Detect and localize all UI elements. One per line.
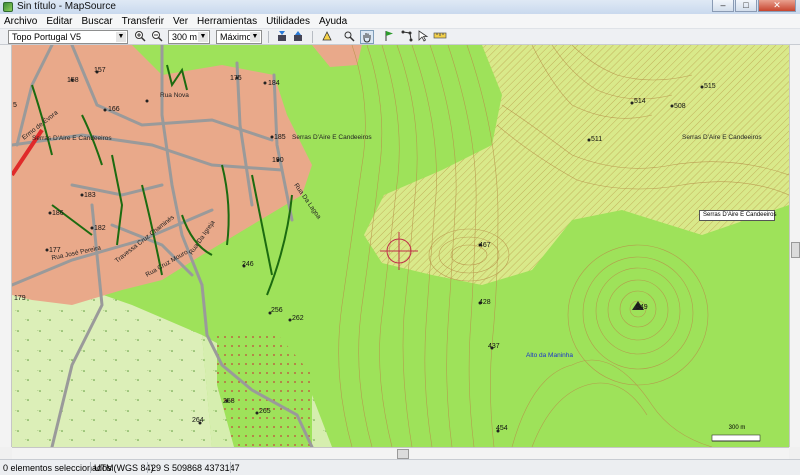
zoom-in-icon <box>135 31 146 42</box>
poi-label: 182 <box>94 225 106 232</box>
road-label: Rua Nova <box>160 92 189 99</box>
hand-tool-button[interactable] <box>360 30 374 44</box>
horizontal-scroll-thumb[interactable] <box>397 449 409 459</box>
status-separator <box>230 462 231 473</box>
poi-label: 158 <box>67 77 79 84</box>
zoom-out-button[interactable] <box>150 30 164 44</box>
menu-buscar[interactable]: Buscar <box>81 16 112 27</box>
poi-label: 190 <box>272 157 284 164</box>
minimize-button[interactable]: – <box>712 0 734 12</box>
scale-select-value: 300 m <box>172 32 198 42</box>
receive-from-device-button[interactable] <box>275 30 289 44</box>
zoom-in-button[interactable] <box>133 30 147 44</box>
map-select-icon <box>322 31 332 41</box>
toolbar-separator <box>268 31 269 43</box>
poi-label: 256 <box>271 307 283 314</box>
measure-tool-button[interactable] <box>432 30 448 44</box>
toolbar-separator <box>312 31 313 43</box>
receive-from-device-icon <box>278 31 286 41</box>
map-view[interactable]: ᐧ ᐧ <box>12 45 789 447</box>
poi-label: 549 <box>636 304 648 311</box>
poi-label: 467 <box>479 242 491 249</box>
poi-label: 258 <box>223 398 235 405</box>
status-separator <box>147 462 148 473</box>
status-separator <box>90 462 91 473</box>
vertical-scroll-thumb[interactable] <box>791 242 800 258</box>
zoom-tool-icon <box>344 31 355 42</box>
menu-utilidades[interactable]: Utilidades <box>266 16 310 27</box>
chevron-down-icon: ▼ <box>198 32 208 42</box>
poi-label: 508 <box>674 103 686 110</box>
window-controls: – □ ✕ <box>712 0 796 13</box>
hand-tool-icon <box>363 33 371 43</box>
poi-label: 262 <box>292 315 304 322</box>
zoom-out-icon <box>152 31 163 42</box>
poi-label: 264 <box>192 417 204 424</box>
window-title: Sin título - MapSource <box>17 1 116 12</box>
menu-editar[interactable]: Editar <box>46 16 72 27</box>
menu-ver[interactable]: Ver <box>173 16 188 27</box>
maximize-button[interactable]: □ <box>735 0 757 12</box>
poi-label: 186 <box>52 210 64 217</box>
poi-label: 437 <box>488 343 500 350</box>
zoom-tool-button[interactable] <box>342 30 356 44</box>
close-button[interactable]: ✕ <box>758 0 796 12</box>
send-to-device-button[interactable] <box>291 30 305 44</box>
menu-archivo[interactable]: Archivo <box>4 16 37 27</box>
scale-bar <box>711 434 761 442</box>
poi-label: 175 <box>230 75 242 82</box>
poi-label: 157 <box>94 67 106 74</box>
poi-label: 515 <box>704 83 716 90</box>
coordinates-status: 29 S 509868 4373147 <box>151 463 240 473</box>
poi-label: 183 <box>84 192 96 199</box>
product-select-value: Topo Portugal V5 <box>12 32 82 42</box>
poi-label: 511 <box>591 136 602 143</box>
poi-label: 5 <box>13 102 17 109</box>
mapsource-app-icon <box>3 2 13 12</box>
detail-select-value: Máximo <box>220 32 252 42</box>
poi-label: 514 <box>634 98 646 105</box>
map-info-tooltip: Serras D'Aire E Candeeiros <box>699 210 777 221</box>
poi-label: 166 <box>108 106 120 113</box>
send-to-device-icon <box>294 31 302 41</box>
poi-label: 454 <box>496 425 508 432</box>
datum-status: UTM(WGS 84) <box>94 463 154 473</box>
scale-bar-label: 300 m <box>728 425 746 431</box>
select-tool-button[interactable] <box>320 30 334 44</box>
menu-ayuda[interactable]: Ayuda <box>319 16 347 27</box>
product-select[interactable]: Topo Portugal V5 ▼ <box>8 30 128 44</box>
menu-transferir[interactable]: Transferir <box>122 16 164 27</box>
road-label: Serras D'Aire E Candeeiros <box>32 135 112 142</box>
ruler-icon <box>433 32 447 39</box>
title-bar: Sin título - MapSource – □ ✕ <box>0 0 800 15</box>
map-canvas: ᐧ ᐧ <box>12 45 789 447</box>
poi-label: 428 <box>479 299 491 306</box>
scale-select[interactable]: 300 m ▼ <box>168 30 210 44</box>
menu-herramientas[interactable]: Herramientas <box>197 16 257 27</box>
road-label: Serras D'Aire E Candeeiros <box>682 134 762 141</box>
waypoint-tool-button[interactable] <box>382 30 396 44</box>
poi-label: 265 <box>259 408 271 415</box>
left-ruler <box>0 45 12 447</box>
road-label: Serras D'Aire E Candeeiros <box>292 134 372 141</box>
poi-label: 185 <box>274 134 286 141</box>
poi-label: 179 <box>14 295 26 302</box>
status-bar: 0 elementos seleccionados UTM(WGS 84) 29… <box>0 459 800 475</box>
poi-label: 184 <box>268 80 280 87</box>
place-label: Alto da Maninha <box>526 352 573 359</box>
poi-label: 246 <box>242 261 254 268</box>
route-tool-button[interactable] <box>400 30 414 44</box>
menu-bar: Archivo Editar Buscar Transferir Ver Her… <box>0 14 800 28</box>
chevron-down-icon: ▼ <box>250 32 260 42</box>
pointer-tool-button[interactable] <box>416 30 430 44</box>
detail-select[interactable]: Máximo ▼ <box>216 30 262 44</box>
vertical-scrollbar[interactable] <box>789 45 800 447</box>
chevron-down-icon: ▼ <box>116 32 126 42</box>
route-tool-icon <box>401 30 413 42</box>
pointer-arrow-icon <box>418 30 429 42</box>
toolbar: Topo Portugal V5 ▼ 300 m ▼ Máximo ▼ <box>0 28 800 45</box>
horizontal-scrollbar[interactable] <box>12 447 789 459</box>
waypoint-flag-icon <box>385 31 393 41</box>
